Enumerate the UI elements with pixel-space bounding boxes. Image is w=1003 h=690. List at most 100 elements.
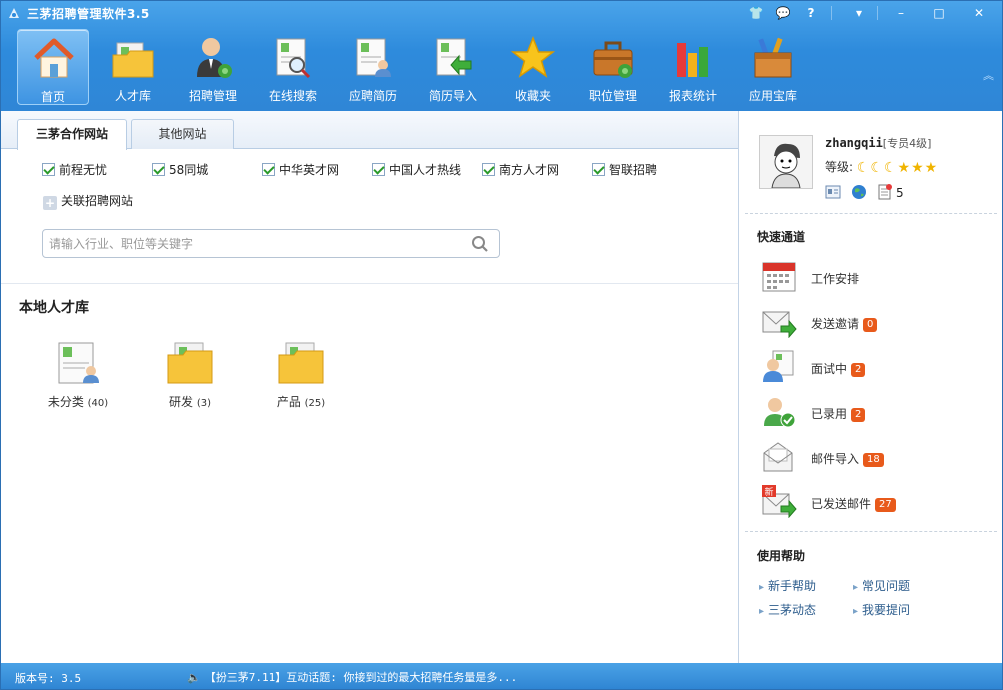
recruiter-icon	[197, 38, 232, 78]
close-button[interactable]: ✕	[969, 4, 989, 22]
tab-other-sites[interactable]: 其他网站	[131, 119, 234, 149]
quick-label-text: 工作安排	[811, 272, 860, 286]
toolbar-home[interactable]: 首页	[17, 29, 89, 105]
folder-rnd[interactable]: 研发 (3)	[145, 337, 235, 410]
site-checkbox[interactable]: 前程无忧	[42, 162, 107, 178]
toolbar-label: 在线搜索	[268, 89, 317, 103]
send-mail-icon	[762, 311, 797, 338]
site-checkbox[interactable]: 58同城	[152, 162, 208, 178]
quick-item-mail-import[interactable]: 邮件导入 18	[761, 439, 981, 475]
briefcase-icon	[593, 41, 633, 78]
quick-item-label: 已发送邮件 27	[811, 495, 896, 512]
main-panel: 三茅合作网站 其他网站 前程无忧 58同城 中华英才网 中国人才热线 南方人才网…	[1, 111, 738, 663]
help-link-faq[interactable]: 常见问题	[853, 577, 910, 594]
checkbox-checked[interactable]	[482, 163, 495, 176]
toolbar-label: 应用宝库	[748, 89, 797, 103]
link-sites-button[interactable]: + 关联招聘网站	[43, 193, 133, 210]
separator	[831, 6, 832, 20]
header: 三茅招聘管理软件3.5 👕 💬 ? ▾ – □ ✕ 首页 人才库 招聘管理 在线…	[1, 1, 1002, 111]
site-label: 中国人才热线	[389, 163, 462, 177]
toolbar-label: 首页	[40, 90, 65, 104]
quick-item-label: 邮件导入 18	[811, 450, 884, 467]
quick-label-text: 已发送邮件	[811, 497, 872, 511]
site-label: 58同城	[169, 163, 209, 177]
site-checkbox[interactable]: 中华英才网	[262, 162, 339, 178]
toolbar-talent-pool[interactable]: 人才库	[97, 29, 169, 105]
level-label: 等级:	[825, 160, 854, 174]
folder-count: (25)	[304, 398, 326, 409]
help-icon[interactable]: ?	[801, 4, 821, 22]
site-checkbox[interactable]: 中国人才热线	[372, 162, 461, 178]
mail-import-icon	[763, 442, 793, 472]
quick-item-interviewing[interactable]: 面试中 2	[761, 349, 981, 385]
folder-label: 未分类 (40)	[33, 393, 123, 410]
folder-uncategorized[interactable]: 未分类 (40)	[33, 337, 123, 410]
globe-icon[interactable]	[851, 184, 867, 200]
site-label: 前程无忧	[59, 163, 108, 177]
quick-item-sent-mail[interactable]: 新 已发送邮件 27	[761, 484, 981, 520]
maximize-button[interactable]: □	[929, 4, 949, 22]
tab-partner-sites[interactable]: 三茅合作网站	[17, 119, 127, 150]
avatar[interactable]	[759, 135, 813, 189]
checkbox-checked[interactable]	[42, 163, 55, 176]
feedback-icon[interactable]: 💬	[773, 4, 793, 22]
toolbar-online-search[interactable]: 在线搜索	[257, 29, 329, 105]
search-input[interactable]	[49, 235, 459, 253]
checkbox-checked[interactable]	[592, 163, 605, 176]
count-badge: 0	[863, 318, 878, 332]
toolbar-label: 收藏夹	[514, 89, 551, 103]
app-window: 三茅招聘管理软件3.5 👕 💬 ? ▾ – □ ✕ 首页 人才库 招聘管理 在线…	[0, 0, 1003, 690]
checkbox-checked[interactable]	[262, 163, 275, 176]
toolbar-position-manage[interactable]: 职位管理	[577, 29, 649, 105]
collapse-toolbar-icon[interactable]: ︽	[983, 67, 994, 83]
resume-folder-icon	[58, 342, 99, 384]
toolbar-favorites[interactable]: 收藏夹	[497, 29, 569, 105]
count-badge: 2	[851, 408, 866, 422]
folder-name: 产品	[276, 395, 301, 409]
site-checkbox[interactable]: 南方人才网	[482, 162, 559, 178]
star-icon	[511, 35, 555, 78]
toolbar-app-store[interactable]: 应用宝库	[737, 29, 809, 105]
document-count: 5	[896, 186, 904, 200]
quick-item-schedule[interactable]: 工作安排	[761, 259, 981, 295]
checkbox-checked[interactable]	[152, 163, 165, 176]
folder-label: 产品 (25)	[256, 393, 346, 410]
toolbar-reports[interactable]: 报表统计	[657, 29, 729, 105]
search-icon[interactable]	[471, 235, 489, 253]
quick-item-hired[interactable]: 已录用 2	[761, 394, 981, 430]
toolbar-resume-import[interactable]: 简历导入	[417, 29, 489, 105]
quick-item-send-invite[interactable]: 发送邀请 0	[761, 304, 981, 340]
user-rank: [专员4级]	[882, 137, 932, 150]
minimize-button[interactable]: –	[891, 4, 911, 22]
toolbar-recruit-manage[interactable]: 招聘管理	[177, 29, 249, 105]
news-ticker[interactable]: 🔈 【扮三茅7.11】互动话题: 你接到过的最大招聘任务量是多...	[187, 669, 517, 685]
help-link-news[interactable]: 三茅动态	[759, 601, 816, 618]
toolbar-applications[interactable]: 应聘简历	[337, 29, 409, 105]
interview-person-icon	[763, 350, 794, 382]
toolbar-label: 职位管理	[588, 89, 637, 103]
skin-icon[interactable]: 👕	[746, 4, 766, 22]
help-link-beginner[interactable]: 新手帮助	[759, 577, 816, 594]
help-title: 使用帮助	[757, 549, 806, 563]
document-icon[interactable]	[877, 184, 893, 200]
folder-icon	[167, 342, 213, 384]
folder-count: (40)	[87, 398, 109, 409]
app-logo-icon	[9, 8, 19, 18]
toolbar-label: 人才库	[114, 89, 151, 103]
checkbox-checked[interactable]	[372, 163, 385, 176]
folder-icon	[278, 342, 324, 384]
profile-card-icon[interactable]	[825, 185, 841, 199]
help-link-ask[interactable]: 我要提问	[853, 601, 910, 618]
folder-name: 研发	[168, 395, 193, 409]
folder-product[interactable]: 产品 (25)	[256, 337, 346, 410]
divider	[745, 213, 997, 214]
folder-icon	[112, 42, 154, 78]
folder-name: 未分类	[47, 395, 84, 409]
folder-label: 研发 (3)	[145, 393, 235, 410]
quick-access-title: 快速通道	[757, 230, 806, 244]
menu-dropdown-icon[interactable]: ▾	[849, 4, 869, 22]
quick-item-label: 工作安排	[811, 270, 859, 287]
side-panel: zhangqii[专员4级] 等级: ☾☾☾★★★ 5 快速通道 工作安排 发送…	[739, 111, 1002, 663]
site-checkbox[interactable]: 智联招聘	[592, 162, 657, 178]
title-bar: 三茅招聘管理软件3.5 👕 💬 ? ▾ – □ ✕	[1, 1, 1002, 25]
